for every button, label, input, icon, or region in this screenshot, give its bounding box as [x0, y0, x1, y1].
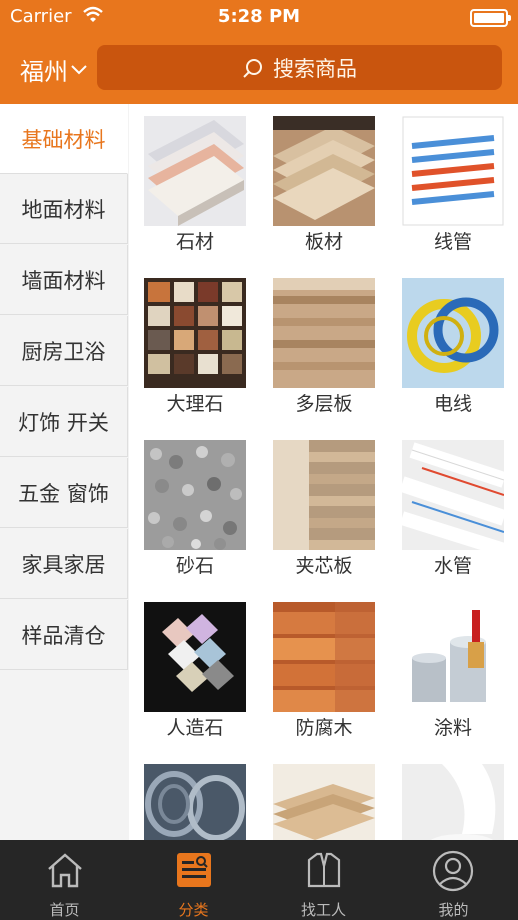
sidebar-item-lighting-switches[interactable]: 灯饰 开关 [0, 387, 128, 457]
sidebar-item-furniture[interactable]: 家具家居 [0, 529, 128, 599]
product-label-water-pipe: 水管 [433, 555, 472, 577]
app-header: Carrier 5:28 PM 福州 搜索商品 [0, 0, 518, 104]
tab-label-profile: 我的 [438, 901, 469, 919]
product-label-board: 板材 [304, 231, 343, 253]
product-steel-wire-image[interactable] [144, 764, 246, 840]
product-label-paint: 涂料 [433, 717, 472, 739]
chevron-down-icon [71, 64, 87, 74]
product-label-blockboard: 夹芯板 [295, 555, 353, 577]
product-artificial-stone-image[interactable] [144, 602, 246, 712]
product-blockboard-image[interactable] [273, 440, 375, 550]
product-white-paint-image[interactable] [402, 764, 504, 840]
product-label-conduit: 线管 [433, 231, 472, 253]
product-label-treated-wood: 防腐木 [295, 717, 353, 739]
product-grid: 石材 板材 线管 大理石 多层板 电线 砂石 夹芯板 水管 人造石 防腐木 涂料 [129, 104, 518, 840]
search-bar[interactable]: 搜索商品 [97, 45, 502, 90]
tab-label-find-worker: 找工人 [300, 901, 346, 919]
product-plywood-image[interactable] [273, 278, 375, 388]
tab-label-home: 首页 [49, 901, 80, 919]
city-label: 福州 [20, 58, 68, 86]
product-label-stone: 石材 [175, 231, 214, 253]
product-conduit-image[interactable] [402, 116, 504, 226]
product-label-gravel: 砂石 [175, 555, 214, 577]
category-sidebar: 基础材料 地面材料 墙面材料 厨房卫浴 灯饰 开关 五金 窗饰 家具家居 样品清… [0, 104, 129, 840]
sidebar-item-hardware-window[interactable]: 五金 窗饰 [0, 458, 128, 528]
product-paint-image[interactable] [402, 602, 504, 712]
product-wire-image[interactable] [402, 278, 504, 388]
sidebar-item-kitchen-bath[interactable]: 厨房卫浴 [0, 316, 128, 386]
product-gravel-image[interactable] [144, 440, 246, 550]
product-mdf-image[interactable] [273, 764, 375, 840]
status-bar: Carrier 5:28 PM [0, 0, 518, 34]
sidebar-item-wall-materials[interactable]: 墙面材料 [0, 245, 128, 315]
tab-category[interactable]: 分类 [129, 840, 258, 920]
product-label-wire: 电线 [433, 393, 472, 415]
home-icon [48, 853, 82, 888]
city-selector[interactable]: 福州 [20, 52, 87, 87]
sidebar-item-sample-clearance[interactable]: 样品清仓 [0, 600, 128, 670]
tab-home[interactable]: 首页 [0, 840, 129, 920]
product-stone-image[interactable] [144, 116, 246, 226]
product-water-pipe-image[interactable] [399, 440, 507, 557]
product-label-artificial-stone: 人造石 [166, 717, 224, 739]
worker-vest-icon [307, 852, 341, 888]
tab-label-category: 分类 [178, 901, 209, 919]
category-icon [177, 853, 211, 887]
tab-profile[interactable]: 我的 [389, 840, 518, 920]
tab-find-worker[interactable]: 找工人 [259, 840, 388, 920]
search-icon [243, 58, 262, 78]
product-label-plywood: 多层板 [295, 393, 353, 415]
battery-icon [470, 9, 511, 27]
product-treated-wood-image[interactable] [273, 602, 375, 712]
sidebar-item-basic-materials[interactable]: 基础材料 [0, 104, 128, 174]
sidebar-item-floor-materials[interactable]: 地面材料 [0, 174, 128, 244]
product-label-marble: 大理石 [166, 393, 224, 415]
product-board-image[interactable] [273, 116, 375, 226]
product-marble-image[interactable] [144, 278, 246, 388]
search-placeholder: 搜索商品 [273, 56, 357, 81]
profile-icon [432, 850, 474, 892]
tab-bar: 首页 分类 找工人 我的 [0, 840, 518, 920]
status-time: 5:28 PM [217, 6, 301, 27]
